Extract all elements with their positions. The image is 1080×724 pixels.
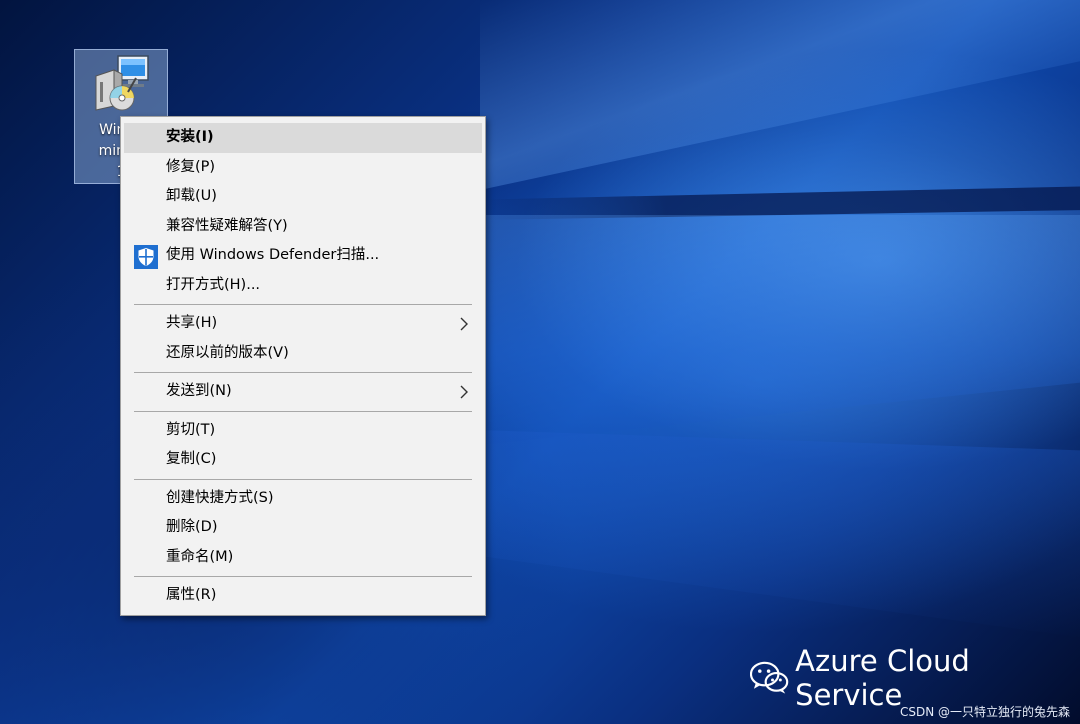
- menu-separator: [134, 372, 472, 373]
- menu-item-label: 使用 Windows Defender扫描...: [166, 247, 380, 263]
- wallpaper-light-beam: [480, 0, 1080, 190]
- menu-item-restore-previous-versions[interactable]: 还原以前的版本(V): [124, 339, 482, 369]
- menu-item-label: 还原以前的版本(V): [166, 344, 289, 361]
- menu-item-label: 复制(C): [166, 451, 217, 467]
- menu-item-send-to[interactable]: 发送到(N): [124, 377, 482, 407]
- menu-item-troubleshoot-compatibility[interactable]: 兼容性疑难解答(Y): [124, 212, 482, 242]
- menu-separator: [134, 410, 472, 412]
- desktop[interactable]: Windo minCe 1 安装(I) 修复(P) 卸载(U) 兼容性疑难解答(…: [0, 0, 1080, 724]
- menu-item-copy[interactable]: 复制(C): [124, 445, 482, 475]
- wallpaper-light-beam: [480, 430, 1080, 640]
- wallpaper-light-beam: [480, 215, 1080, 445]
- menu-item-create-shortcut[interactable]: 创建快捷方式(S): [124, 484, 482, 514]
- menu-item-cut[interactable]: 剪切(T): [124, 416, 482, 446]
- menu-item-properties[interactable]: 属性(R): [124, 581, 482, 611]
- menu-item-label: 创建快捷方式(S): [166, 489, 274, 506]
- wechat-icon: [750, 661, 789, 694]
- menu-item-label: 重命名(M): [166, 548, 234, 565]
- menu-item-label: 卸载(U): [166, 188, 217, 204]
- menu-item-share[interactable]: 共享(H): [124, 309, 482, 339]
- menu-separator: [134, 576, 472, 577]
- menu-item-uninstall[interactable]: 卸载(U): [124, 182, 482, 212]
- watermark-brand: Azure Cloud Service: [750, 644, 1080, 712]
- menu-item-label: 共享(H): [166, 315, 218, 331]
- menu-item-label: 属性(R): [166, 587, 217, 603]
- wallpaper-dark-beam: [480, 186, 1080, 220]
- menu-item-label: 剪切(T): [166, 421, 216, 438]
- context-menu: 安装(I) 修复(P) 卸载(U) 兼容性疑难解答(Y) 使用 Windows …: [120, 116, 486, 616]
- menu-item-delete[interactable]: 删除(D): [124, 513, 482, 543]
- watermark-brand-text: Azure Cloud Service: [795, 644, 970, 712]
- menu-item-label: 兼容性疑难解答(Y): [166, 217, 288, 234]
- menu-item-label: 发送到(N): [166, 383, 232, 399]
- menu-separator: [134, 478, 472, 480]
- menu-item-label: 打开方式(H)...: [166, 276, 261, 293]
- chevron-right-icon: [460, 385, 468, 399]
- chevron-right-icon: [460, 317, 468, 331]
- menu-item-label: 删除(D): [166, 519, 218, 535]
- menu-item-install[interactable]: 安装(I): [124, 123, 482, 153]
- menu-item-repair[interactable]: 修复(P): [124, 153, 482, 183]
- windows-defender-shield-icon: [134, 245, 158, 269]
- menu-item-rename[interactable]: 重命名(M): [124, 543, 482, 573]
- watermark-author: CSDN @一只特立独行的兔先森: [899, 705, 1070, 719]
- menu-separator: [134, 304, 472, 305]
- menu-item-open-with[interactable]: 打开方式(H)...: [124, 271, 482, 301]
- menu-item-label: 修复(P): [166, 158, 216, 175]
- menu-item-defender-scan[interactable]: 使用 Windows Defender扫描...: [124, 241, 482, 271]
- installer-package-icon: [95, 55, 149, 111]
- menu-item-label: 安装(I): [166, 129, 214, 145]
